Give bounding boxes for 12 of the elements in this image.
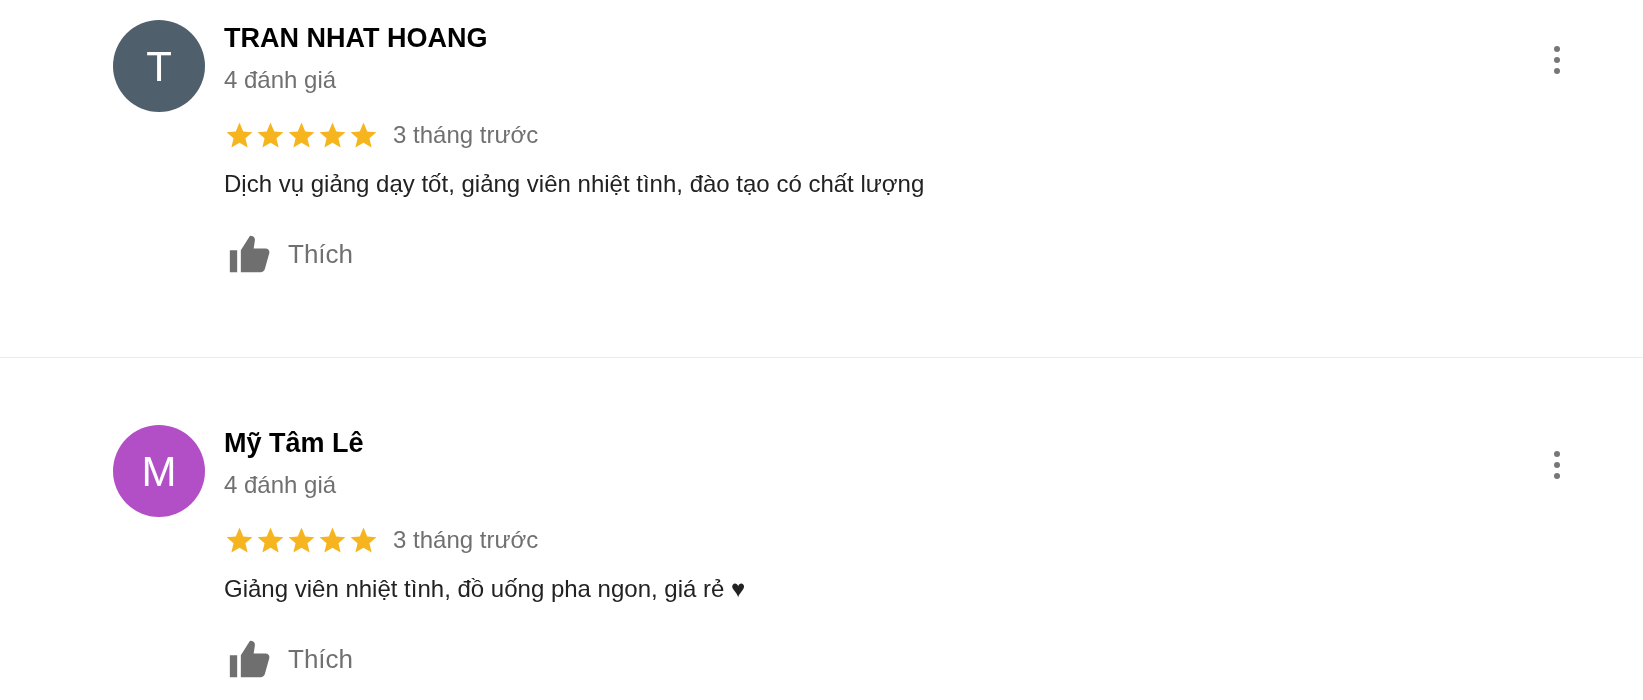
avatar: T (113, 20, 205, 112)
reviewer-name[interactable]: TRAN NHAT HOANG (224, 18, 1547, 58)
review-time: 3 tháng trước (393, 525, 539, 555)
reviewer-name[interactable]: Mỹ Tâm Lê (224, 423, 1547, 463)
like-button[interactable]: Thích (224, 232, 354, 276)
review-count: 4 đánh giá (224, 65, 338, 95)
review-count: 4 đánh giá (224, 470, 338, 500)
review-text: Giảng viên nhiệt tình, đồ uống pha ngon, giá rẻ ♥ (224, 574, 747, 604)
like-button[interactable]: Thích (224, 637, 354, 681)
review-text: Dịch vụ giảng dạy tốt, giảng viên nhiệt tình, đào tạo có chất lượng (224, 169, 926, 199)
review-time: 3 tháng trước (393, 120, 539, 150)
avatar: M (113, 425, 205, 517)
